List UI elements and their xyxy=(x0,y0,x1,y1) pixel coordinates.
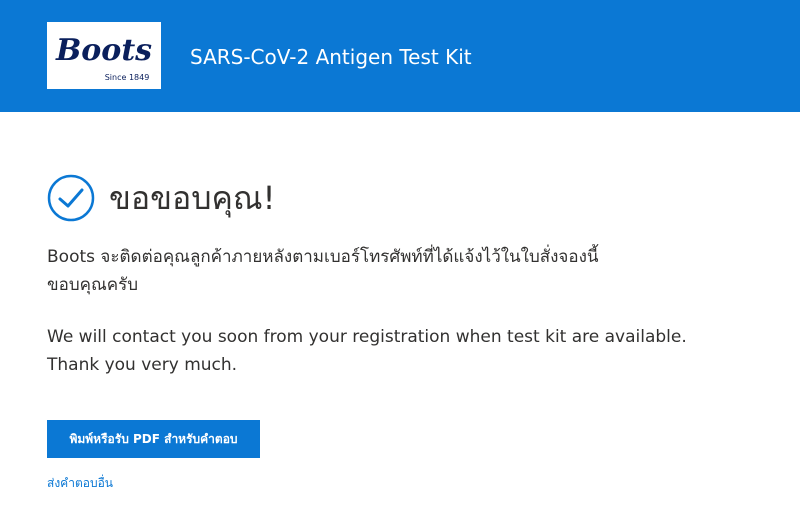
thai-message: Boots จะติดต่อคุณลูกค้าภายหลังตามเบอร์โท… xyxy=(47,243,747,299)
thai-message-line: ขอบคุณครับ xyxy=(47,275,139,295)
thai-message-line: Boots จะติดต่อคุณลูกค้าภายหลังตามเบอร์โท… xyxy=(47,247,599,267)
form-title: SARS-CoV-2 Antigen Test Kit xyxy=(190,45,472,69)
submit-another-response-link[interactable]: ส่งคำตอบอื่น xyxy=(47,474,113,493)
english-message-line: We will contact you soon from your regis… xyxy=(47,327,687,347)
logo-wordmark: Boots xyxy=(55,33,152,68)
english-message: We will contact you soon from your regis… xyxy=(47,323,747,379)
confirmation-heading-row: ขอขอบคุณ! xyxy=(47,174,275,222)
check-circle-icon xyxy=(47,174,95,222)
english-message-line: Thank you very much. xyxy=(47,355,238,375)
print-pdf-button[interactable]: พิมพ์หรือรับ PDF สำหรับคำตอบ xyxy=(47,420,260,458)
logo-tagline: Since 1849 xyxy=(105,73,150,82)
header-bar: Boots Since 1849 SARS-CoV-2 Antigen Test… xyxy=(0,0,800,112)
thank-you-heading: ขอขอบคุณ! xyxy=(109,179,276,217)
boots-logo: Boots Since 1849 xyxy=(47,22,161,89)
